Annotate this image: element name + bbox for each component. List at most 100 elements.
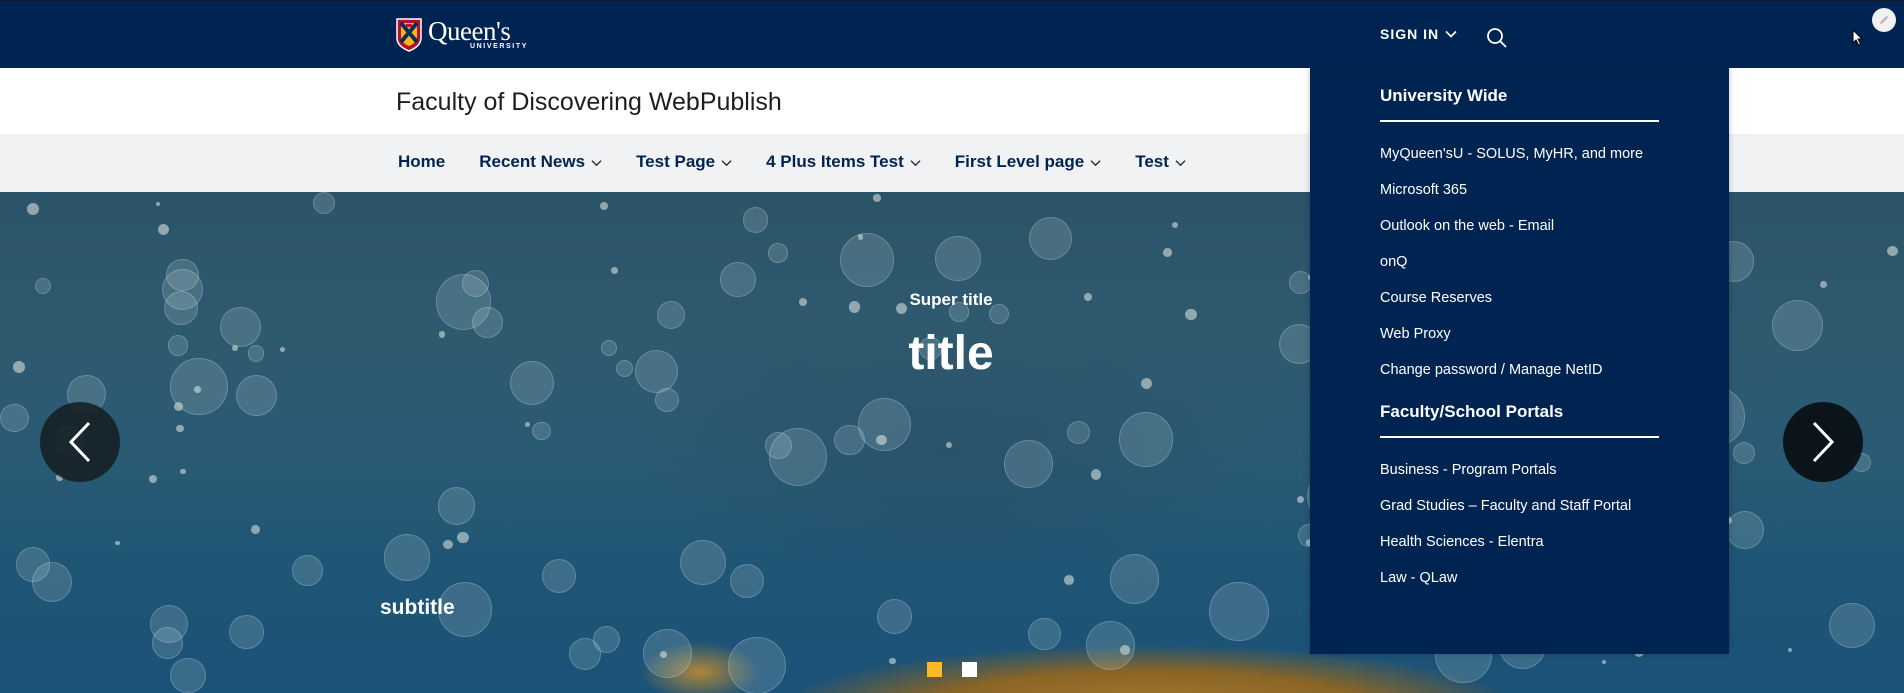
dropdown-link-list: Business - Program Portals Grad Studies –… [1380,460,1659,604]
dropdown-section-university-wide: University Wide MyQueen'sU - SOLUS, MyHR,… [1380,86,1659,396]
dropdown-link[interactable]: Business - Program Portals [1380,460,1659,496]
dropdown-link[interactable]: MyQueen'sU - SOLUS, MyHR, and more [1380,144,1659,180]
dropdown-link[interactable]: Outlook on the web - Email [1380,216,1659,252]
bokeh-highlight [1090,469,1102,480]
bokeh-highlight [151,627,184,659]
bokeh-highlight [34,277,51,295]
chevron-down-icon [721,159,732,166]
dropdown-section-faculty-school-portals: Faculty/School Portals Business - Program… [1380,402,1659,604]
dropdown-link[interactable]: onQ [1380,252,1659,288]
edit-button[interactable] [1872,8,1896,32]
bokeh-highlight [510,360,555,406]
bokeh-highlight [1085,621,1135,671]
hero-supertitle: Super title [909,290,993,309]
bokeh-highlight [1109,554,1159,604]
hero-subtitle: subtitle [380,596,455,619]
hero-caption: Super title title [851,192,1051,693]
queens-logo[interactable]: Queen's UNIVERSITY [396,18,528,52]
carousel-dot-2[interactable] [962,662,977,677]
carousel-prev-button[interactable] [40,402,120,482]
crest-icon [396,18,422,52]
nav-item-label: Test Page [636,152,716,171]
bokeh-highlight [1725,510,1764,549]
nav-item-recent-news[interactable]: Recent News [479,152,602,172]
bokeh-highlight [524,421,531,427]
dropdown-section-heading: University Wide [1380,86,1659,122]
carousel-indicators [927,662,997,677]
nav-item-4-plus-items-test[interactable]: 4 Plus Items Test [766,152,921,172]
mouse-cursor-icon [1852,29,1864,46]
bokeh-highlight [438,331,446,338]
chevron-left-icon [68,421,91,463]
nav-item-label: Test [1135,152,1169,171]
bokeh-highlight [1209,581,1269,642]
bokeh-highlight [26,202,39,215]
bokeh-highlight [656,300,686,330]
chevron-down-icon [1090,159,1101,166]
bokeh-highlight [1185,308,1198,321]
bokeh-highlight [720,261,756,298]
bokeh-highlight [730,563,765,598]
bokeh-highlight [1788,647,1793,653]
bokeh-highlight [115,540,120,545]
bokeh-highlight [163,290,199,326]
nav-item-home[interactable]: Home [398,152,445,172]
nav-item-test-page[interactable]: Test Page [636,152,732,172]
bokeh-highlight [229,614,264,650]
bokeh-highlight [0,403,29,433]
wordmark: Queen's UNIVERSITY [428,18,528,52]
nav-item-label: 4 Plus Items Test [766,152,904,171]
dropdown-link[interactable]: Change password / Manage NetID [1380,360,1659,396]
bokeh-highlight [798,297,807,306]
nav-item-first-level-page[interactable]: First Level page [955,152,1101,172]
bokeh-highlight [170,657,206,693]
bokeh-highlight [251,525,260,534]
bokeh-highlight [601,339,618,356]
bokeh-highlight [168,335,189,356]
bokeh-highlight [13,361,25,373]
bokeh-highlight [1602,659,1607,664]
dropdown-link[interactable]: Law - QLaw [1380,568,1659,604]
bokeh-highlight [280,346,286,352]
bokeh-highlight [1067,421,1090,444]
bokeh-highlight [727,636,786,693]
bokeh-highlight [1171,221,1179,229]
bokeh-highlight [194,385,201,393]
bokeh-highlight [1819,280,1828,289]
bokeh-highlight [593,625,621,653]
bokeh-highlight [1296,496,1304,504]
carousel-next-button[interactable] [1783,402,1863,482]
bokeh-highlight [1887,245,1898,257]
dropdown-link[interactable]: Web Proxy [1380,324,1659,360]
chevron-down-icon [1175,159,1186,166]
bokeh-highlight [155,201,161,207]
top-bar: Queen's UNIVERSITY SIGN IN [0,0,1904,68]
search-icon[interactable] [1485,26,1509,50]
carousel-dot-1[interactable] [927,662,942,677]
bokeh-highlight [616,360,634,378]
dropdown-link[interactable]: Grad Studies – Faculty and Staff Portal [1380,496,1659,532]
pencil-icon [1880,15,1889,24]
bokeh-highlight [292,555,323,586]
dropdown-link-list: MyQueen'sU - SOLUS, MyHR, and more Micros… [1380,144,1659,396]
nav-item-test[interactable]: Test [1135,152,1186,172]
bokeh-highlight [176,424,185,433]
bokeh-highlight [457,531,469,544]
bokeh-highlight [541,559,576,594]
site-title[interactable]: Faculty of Discovering WebPublish [396,88,782,117]
bokeh-highlight [680,539,726,586]
sign-in-label: SIGN IN [1380,26,1440,42]
nav-item-label: First Level page [954,152,1085,171]
sign-in-button[interactable]: SIGN IN [1380,26,1457,42]
bokeh-highlight [383,534,430,581]
bokeh-highlight [768,243,788,264]
dropdown-link[interactable]: Course Reserves [1380,288,1659,324]
bokeh-highlight [635,349,679,393]
logo-wordmark: Queen's [428,16,511,46]
bokeh-highlight [1829,602,1875,649]
nav-item-label: Home [398,152,446,171]
dropdown-link[interactable]: Microsoft 365 [1380,180,1659,216]
bokeh-highlight [742,207,769,233]
dropdown-link[interactable]: Health Sciences - Elentra [1380,532,1659,568]
bokeh-highlight [1771,299,1823,351]
